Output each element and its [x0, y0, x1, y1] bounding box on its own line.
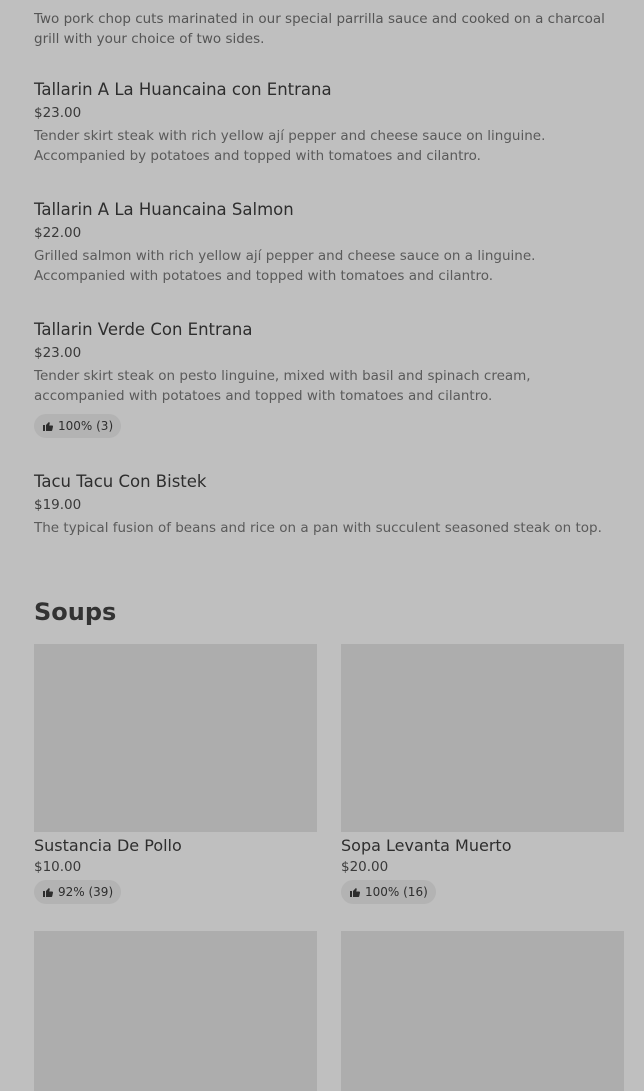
item-price: $23.00	[34, 105, 82, 121]
menu-item[interactable]: Tallarin A La Huancaina Salmon $22.00 Gr…	[34, 199, 614, 286]
item-description: Grilled salmon with rich yellow ají pepp…	[34, 248, 536, 284]
item-title: Tacu Tacu Con Bistek	[34, 472, 207, 491]
card-title: Sustancia De Pollo	[34, 836, 182, 855]
rating-badge: 100% (16)	[341, 880, 436, 904]
menu-page: Two pork chop cuts marinated in our spec…	[0, 0, 644, 1091]
item-image	[34, 931, 317, 1091]
item-description: Tender skirt steak with rich yellow ají …	[34, 128, 546, 164]
item-title: Tallarin Verde Con Entrana	[34, 320, 253, 339]
rating-badge: 100% (3)	[34, 414, 122, 438]
menu-item[interactable]: Tallarin Verde Con Entrana $23.00 Tender…	[34, 319, 614, 438]
thumbs-up-icon	[43, 422, 53, 431]
item-price: $19.00	[34, 497, 82, 513]
item-title: Tallarin A La Huancaina Salmon	[34, 200, 294, 219]
item-image	[341, 644, 624, 832]
card-price: $20.00	[341, 859, 389, 875]
section-title: Soups	[34, 598, 117, 626]
menu-card[interactable]: Sustancia De Pollo $10.00 92% (39)	[34, 644, 317, 904]
rating-text: 100% (16)	[365, 885, 428, 899]
menu-item[interactable]: Tacu Tacu Con Bistek $19.00 The typical …	[34, 471, 614, 538]
menu-card[interactable]	[34, 931, 317, 1091]
thumbs-up-icon	[43, 888, 53, 897]
item-price: $22.00	[34, 225, 82, 241]
item-price: $23.00	[34, 345, 82, 361]
menu-card[interactable]	[341, 931, 624, 1091]
item-image	[34, 644, 317, 832]
thumbs-up-icon	[350, 888, 360, 897]
item-description: Tender skirt steak on pesto linguine, mi…	[34, 368, 531, 404]
card-price: $10.00	[34, 859, 82, 875]
rating-badge: 92% (39)	[34, 880, 122, 904]
menu-card[interactable]: Sopa Levanta Muerto $20.00 100% (16)	[341, 644, 624, 904]
item-title: Tallarin A La Huancaina con Entrana	[34, 80, 332, 99]
item-description: Two pork chop cuts marinated in our spec…	[34, 11, 605, 47]
rating-text: 92% (39)	[58, 885, 114, 899]
rating-text: 100% (3)	[58, 419, 114, 433]
card-title: Sopa Levanta Muerto	[341, 836, 512, 855]
item-description: The typical fusion of beans and rice on …	[34, 520, 602, 536]
item-image	[341, 931, 624, 1091]
menu-item[interactable]: Tallarin A La Huancaina con Entrana $23.…	[34, 79, 614, 166]
